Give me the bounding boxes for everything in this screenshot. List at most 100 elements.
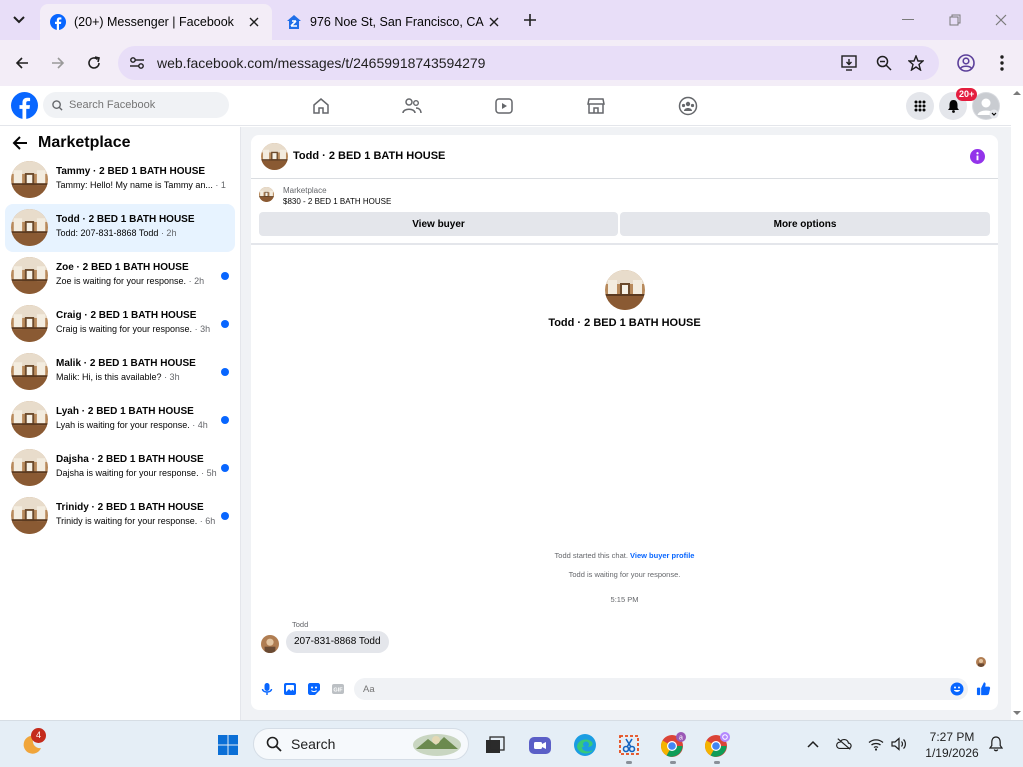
info-icon[interactable] bbox=[970, 149, 985, 164]
thumbs-up-icon[interactable] bbox=[976, 681, 991, 696]
preview-text: Craig is waiting for your response. bbox=[56, 324, 193, 334]
conversation-item[interactable]: Lyah · 2 BED 1 BATH HOUSE Lyah is waiting… bbox=[5, 396, 235, 444]
preview-time: · 5h bbox=[201, 468, 217, 478]
close-tab-icon[interactable] bbox=[486, 14, 502, 30]
conversation-preview: Lyah is waiting for your response. · 4h bbox=[56, 420, 226, 430]
show-hidden-icons-button[interactable] bbox=[805, 736, 821, 752]
conversation-item[interactable]: Malik · 2 BED 1 BATH HOUSE Malik: Hi, is … bbox=[5, 348, 235, 396]
minimize-button[interactable] bbox=[893, 8, 923, 32]
search-input[interactable] bbox=[69, 99, 219, 111]
snipping-tool-button[interactable] bbox=[616, 732, 642, 758]
nav-marketplace[interactable] bbox=[584, 94, 608, 118]
more-options-button[interactable]: More options bbox=[620, 212, 990, 236]
start-button[interactable] bbox=[215, 732, 241, 758]
nav-friends[interactable] bbox=[400, 94, 424, 118]
bookmark-star-icon[interactable] bbox=[906, 53, 926, 73]
edge-button[interactable] bbox=[572, 732, 598, 758]
sender-name: Todd bbox=[292, 620, 309, 629]
reload-button[interactable] bbox=[81, 50, 107, 76]
browser-menu-button[interactable] bbox=[989, 50, 1015, 76]
conversation-avatar bbox=[11, 161, 48, 198]
back-arrow-icon[interactable] bbox=[12, 135, 28, 151]
photo-icon[interactable] bbox=[283, 682, 297, 696]
back-button[interactable] bbox=[9, 50, 35, 76]
microphone-icon[interactable] bbox=[260, 682, 274, 696]
install-app-icon[interactable] bbox=[840, 53, 860, 73]
view-buyer-profile-link[interactable]: View buyer profile bbox=[630, 551, 694, 560]
conversation-item[interactable]: Dajsha · 2 BED 1 BATH HOUSE Dajsha is wai… bbox=[5, 444, 235, 492]
listing-price-title: $830 - 2 BED 1 BATH HOUSE bbox=[283, 197, 392, 206]
gif-icon[interactable]: GIF bbox=[331, 682, 345, 696]
conversation-item[interactable]: Zoe · 2 BED 1 BATH HOUSE Zoe is waiting f… bbox=[5, 252, 235, 300]
zoom-icon[interactable] bbox=[874, 53, 894, 73]
system-clock[interactable]: 7:27 PM 1/19/2026 bbox=[917, 729, 987, 761]
nav-groups[interactable] bbox=[676, 94, 700, 118]
facebook-search[interactable] bbox=[43, 92, 229, 118]
facebook-logo-icon[interactable] bbox=[11, 92, 38, 119]
chrome-profile-a-button[interactable]: a bbox=[660, 732, 686, 758]
marketplace-label: Marketplace bbox=[283, 186, 327, 195]
preview-time: · 3h bbox=[164, 372, 180, 382]
new-tab-button[interactable] bbox=[519, 9, 541, 31]
scroll-down-arrow-icon[interactable] bbox=[1011, 708, 1023, 718]
conversation-name: Lyah · 2 BED 1 BATH HOUSE bbox=[56, 406, 194, 417]
tab-title: 976 Noe St, San Francisco, CA 9 bbox=[310, 15, 486, 29]
url-text[interactable]: web.facebook.com/messages/t/246599187435… bbox=[157, 55, 485, 71]
search-icon bbox=[52, 99, 63, 111]
profile-button[interactable] bbox=[953, 50, 979, 76]
task-view-button[interactable] bbox=[482, 732, 508, 758]
facebook-icon bbox=[50, 14, 66, 30]
wifi-button[interactable] bbox=[868, 736, 884, 752]
taskbar-search[interactable]: Search bbox=[253, 728, 469, 760]
chat-title[interactable]: Todd · 2 BED 1 BATH HOUSE bbox=[293, 150, 445, 162]
marketplace-conversation-list: Marketplace Tammy · 2 BED 1 BATH HOUSE Ta… bbox=[0, 127, 241, 720]
menu-button[interactable] bbox=[906, 92, 934, 120]
profile-avatar[interactable] bbox=[605, 270, 645, 310]
listing-avatar[interactable] bbox=[261, 143, 288, 170]
conversation-avatar bbox=[11, 305, 48, 342]
forward-button[interactable] bbox=[45, 50, 71, 76]
arrow-right-icon bbox=[52, 57, 65, 69]
emoji-icon[interactable] bbox=[950, 682, 964, 696]
message-composer[interactable] bbox=[354, 678, 968, 700]
windows-taskbar: 4 Search a 7:27 PM 1/19/2026 bbox=[0, 720, 1023, 767]
conversation-item[interactable]: Craig · 2 BED 1 BATH HOUSE Craig is waiti… bbox=[5, 300, 235, 348]
volume-button[interactable] bbox=[891, 736, 907, 752]
message-input[interactable] bbox=[363, 683, 923, 695]
widgets-badge: 4 bbox=[31, 728, 46, 743]
preview-text: Tammy: Hello! My name is Tammy an... bbox=[56, 180, 213, 190]
nav-home[interactable] bbox=[309, 94, 333, 118]
taskbar-search-label: Search bbox=[291, 736, 336, 752]
teams-meet-button[interactable] bbox=[527, 732, 553, 758]
conversation-item[interactable]: Trinidy · 2 BED 1 BATH HOUSE Trinidy is w… bbox=[5, 492, 235, 540]
onedrive-status-button[interactable] bbox=[836, 736, 852, 752]
sender-avatar[interactable] bbox=[261, 635, 279, 653]
page-scrollbar[interactable] bbox=[1011, 98, 1023, 720]
chrome-profile-b-button[interactable] bbox=[704, 732, 730, 758]
notification-center-button[interactable] bbox=[988, 736, 1004, 752]
unread-dot bbox=[221, 512, 229, 520]
browser-tab-messenger[interactable]: (20+) Messenger | Facebook bbox=[40, 4, 272, 40]
nav-video[interactable] bbox=[492, 94, 516, 118]
conversation-item[interactable]: Todd · 2 BED 1 BATH HOUSE Todd: 207-831-8… bbox=[5, 204, 235, 252]
browser-tab-zillow[interactable]: 976 Noe St, San Francisco, CA 9 bbox=[276, 4, 512, 40]
chat-started-notice: Todd started this chat. View buyer profi… bbox=[251, 551, 998, 560]
site-info-icon[interactable] bbox=[128, 54, 146, 72]
preview-text: Lyah is waiting for your response. bbox=[56, 420, 190, 430]
view-buyer-button[interactable]: View buyer bbox=[259, 212, 618, 236]
unread-dot bbox=[221, 368, 229, 376]
chrome-icon: a bbox=[661, 732, 686, 757]
preview-text: Dajsha is waiting for your response. bbox=[56, 468, 199, 478]
chevron-down-icon bbox=[13, 16, 25, 24]
close-window-button[interactable] bbox=[986, 8, 1016, 32]
close-tab-icon[interactable] bbox=[246, 14, 262, 30]
message-bubble[interactable]: 207-831-8868 Todd bbox=[286, 631, 389, 653]
conversation-item[interactable]: Tammy · 2 BED 1 BATH HOUSE Tammy: Hello! … bbox=[5, 156, 235, 204]
scroll-up-arrow-icon[interactable] bbox=[1011, 88, 1023, 98]
marketplace-icon bbox=[587, 98, 605, 114]
tab-search-button[interactable] bbox=[6, 7, 32, 33]
address-bar[interactable]: web.facebook.com/messages/t/246599187435… bbox=[118, 46, 939, 80]
speaker-icon bbox=[891, 737, 906, 751]
sticker-icon[interactable] bbox=[307, 682, 321, 696]
restore-button[interactable] bbox=[940, 8, 970, 32]
